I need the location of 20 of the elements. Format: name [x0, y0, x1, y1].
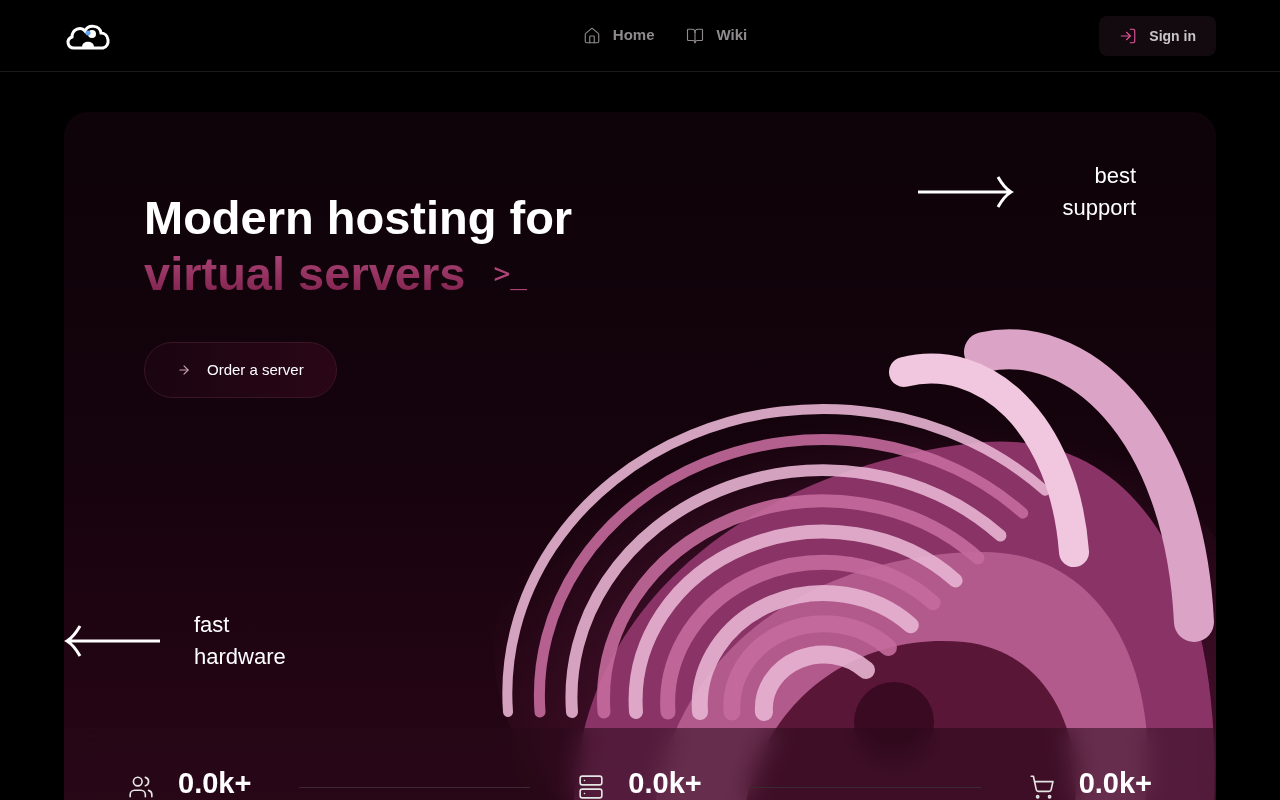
stat-value: 0.0k+ — [178, 766, 252, 800]
nav-link[interactable]: Home — [582, 24, 655, 47]
book-icon — [686, 26, 705, 45]
users-icon — [128, 774, 154, 800]
arrow-right-icon — [177, 363, 191, 377]
hero-title: Modern hosting for — [144, 190, 573, 246]
terminal-prompt: >_ — [493, 256, 528, 292]
server-icon — [578, 774, 605, 800]
sign-in-button[interactable]: Sign in — [1099, 15, 1216, 56]
nav-link[interactable]: Wiki — [686, 24, 748, 47]
home-icon — [582, 26, 601, 45]
arrow-left-icon — [64, 623, 162, 659]
support-note: best support — [1061, 162, 1136, 222]
stat-value: 0.0k+ — [628, 766, 702, 800]
cart-icon — [1028, 774, 1055, 800]
hardware-note: fast hardware — [194, 611, 287, 671]
sign-in-icon — [1119, 26, 1138, 45]
order-button[interactable]: Order a server — [144, 342, 337, 398]
arrow-right-icon — [916, 174, 1014, 210]
stat-value: 0.0k+ — [1078, 766, 1152, 800]
